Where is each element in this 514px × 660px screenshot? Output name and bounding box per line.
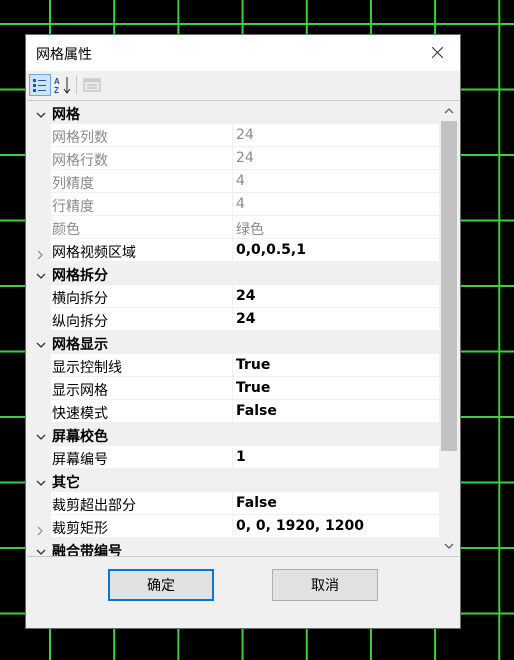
property-row[interactable]: 网格行数 24 — [27, 147, 439, 170]
property-name: 网格视频区域 — [52, 245, 136, 261]
category-other[interactable]: 其它 — [27, 469, 439, 492]
property-name: 快速模式 — [52, 406, 108, 422]
vertical-scrollbar[interactable] — [439, 101, 459, 556]
scroll-thumb[interactable] — [441, 121, 457, 451]
property-row[interactable]: 显示控制线 True — [27, 354, 439, 377]
category-grid-display[interactable]: 网格显示 — [27, 331, 439, 354]
property-value[interactable]: 1 — [236, 449, 246, 465]
property-value[interactable]: 0,0,0.5,1 — [236, 242, 306, 258]
property-row[interactable]: 裁剪矩形 0, 0, 1920, 1200 — [27, 515, 439, 538]
property-name: 显示网格 — [52, 383, 108, 399]
property-name: 颜色 — [52, 222, 80, 238]
property-value[interactable]: 0, 0, 1920, 1200 — [236, 518, 364, 534]
property-name: 裁剪矩形 — [52, 521, 108, 537]
property-value: 绿色 — [236, 222, 264, 238]
categorized-view-icon[interactable] — [29, 74, 51, 96]
title-bar: 网格属性 — [26, 35, 460, 71]
property-row[interactable]: 显示网格 True — [27, 377, 439, 400]
property-pages-icon — [81, 74, 103, 96]
property-row[interactable]: 网格列数 24 — [27, 124, 439, 147]
property-name: 显示控制线 — [52, 360, 122, 376]
property-row[interactable]: 快速模式 False — [27, 400, 439, 423]
property-grid[interactable]: 网格 网格列数 24 网格行数 24 列精度 4 行精度 4 颜色 绿色 网格视… — [27, 100, 459, 557]
category-screen-calibration[interactable]: 屏幕校色 — [27, 423, 439, 446]
chevron-down-icon[interactable] — [35, 543, 47, 555]
property-value: 24 — [236, 150, 254, 166]
property-value[interactable]: False — [236, 495, 277, 511]
category-label: 网格拆分 — [52, 268, 108, 284]
category-blend-band[interactable]: 融合带编号 — [27, 538, 439, 557]
chevron-down-icon[interactable] — [35, 106, 47, 118]
property-row[interactable]: 屏幕编号 1 — [27, 446, 439, 469]
scroll-up-icon[interactable] — [439, 101, 459, 121]
close-icon[interactable] — [414, 35, 460, 71]
property-name: 网格行数 — [52, 153, 108, 169]
property-row[interactable]: 网格视频区域 0,0,0.5,1 — [27, 239, 439, 262]
chevron-down-icon[interactable] — [35, 336, 47, 348]
property-name: 横向拆分 — [52, 291, 108, 307]
category-grid[interactable]: 网格 — [27, 101, 439, 124]
property-row[interactable]: 横向拆分 24 — [27, 285, 439, 308]
property-row[interactable]: 列精度 4 — [27, 170, 439, 193]
sort-alphabetical-icon[interactable]: A Z — [52, 74, 74, 96]
scroll-down-icon[interactable] — [439, 536, 459, 556]
svg-text:Z: Z — [54, 86, 59, 95]
property-value[interactable]: True — [236, 357, 270, 373]
category-grid-split[interactable]: 网格拆分 — [27, 262, 439, 285]
category-label: 屏幕校色 — [52, 429, 108, 445]
property-name: 列精度 — [52, 176, 94, 192]
property-name: 裁剪超出部分 — [52, 498, 136, 514]
chevron-right-icon[interactable] — [35, 245, 45, 260]
category-label: 融合带编号 — [52, 544, 122, 557]
toolbar-separator — [76, 76, 77, 94]
property-name: 纵向拆分 — [52, 314, 108, 330]
property-value[interactable]: 24 — [236, 311, 255, 327]
dialog-title: 网格属性 — [36, 47, 92, 63]
property-row[interactable]: 纵向拆分 24 — [27, 308, 439, 331]
property-value[interactable]: False — [236, 403, 277, 419]
svg-text:A: A — [54, 77, 60, 86]
property-value: 4 — [236, 173, 245, 189]
chevron-right-icon[interactable] — [35, 521, 45, 536]
property-name: 行精度 — [52, 199, 94, 215]
cancel-button[interactable]: 取消 — [272, 569, 378, 601]
property-name: 网格列数 — [52, 130, 108, 146]
property-value: 4 — [236, 196, 245, 212]
category-label: 网格显示 — [52, 337, 108, 353]
chevron-down-icon[interactable] — [35, 428, 47, 440]
ok-button[interactable]: 确定 — [108, 569, 214, 601]
property-name: 屏幕编号 — [52, 452, 108, 468]
grid-properties-dialog: 网格属性 A Z 网格 网格列数 24 网格行数 24 列精度 4 行精度 4 … — [26, 35, 460, 628]
chevron-down-icon[interactable] — [35, 474, 47, 486]
property-value[interactable]: 24 — [236, 288, 255, 304]
property-value[interactable]: True — [236, 380, 270, 396]
chevron-down-icon[interactable] — [35, 267, 47, 279]
property-row[interactable]: 裁剪超出部分 False — [27, 492, 439, 515]
property-toolbar: A Z — [26, 71, 460, 99]
category-label: 网格 — [52, 107, 80, 123]
property-row[interactable]: 颜色 绿色 — [27, 216, 439, 239]
property-value: 24 — [236, 127, 254, 143]
category-label: 其它 — [52, 475, 80, 491]
property-row[interactable]: 行精度 4 — [27, 193, 439, 216]
